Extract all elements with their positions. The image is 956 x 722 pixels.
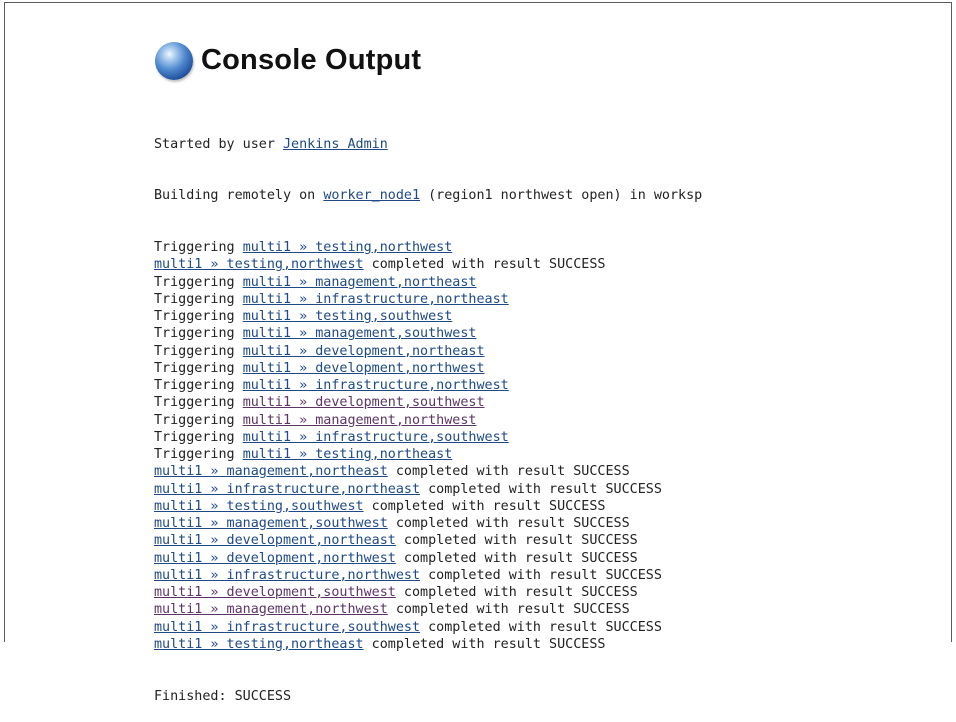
- console-line-triggering: Triggering multi1 » management,southwest: [154, 325, 846, 342]
- job-link[interactable]: multi1 » infrastructure,southwest: [154, 620, 420, 635]
- job-link[interactable]: multi1 » testing,northeast: [243, 447, 453, 462]
- console-line-triggering: Triggering multi1 » development,northeas…: [154, 343, 846, 360]
- console-text: completed with result SUCCESS: [387, 602, 630, 618]
- console-line-triggering: Triggering multi1 » infrastructure,north…: [154, 377, 846, 394]
- console-text: Triggering: [154, 326, 243, 342]
- console-text: completed with result SUCCESS: [420, 481, 662, 497]
- console-text: Triggering: [154, 395, 243, 411]
- console-output: Started by user Jenkins Admin Building r…: [154, 101, 846, 722]
- job-link[interactable]: multi1 » development,northeast: [243, 344, 485, 359]
- console-line-triggering: Triggering multi1 » infrastructure,north…: [154, 291, 846, 308]
- console-text: Triggering: [154, 378, 243, 393]
- job-link[interactable]: multi1 » management,southwest: [243, 326, 477, 341]
- console-line-completed: multi1 » management,northeast completed …: [154, 463, 846, 480]
- console-header: Console Output: [155, 40, 421, 80]
- console-line-triggering: Triggering multi1 » management,northwest: [154, 412, 846, 429]
- console-text: completed with result SUCCESS: [363, 636, 606, 652]
- job-link[interactable]: multi1 » infrastructure,southwest: [243, 430, 509, 445]
- page-title: Console Output: [201, 43, 422, 76]
- console-line-completed: multi1 » development,southwest completed…: [154, 584, 846, 601]
- job-link[interactable]: multi1 » management,northwest: [154, 602, 388, 617]
- job-link[interactable]: multi1 » development,southwest: [243, 395, 485, 410]
- console-line-triggering: Triggering multi1 » development,southwes…: [154, 394, 846, 411]
- console-line-completed: multi1 » infrastructure,southwest comple…: [154, 619, 846, 636]
- console-text: Building remotely on: [154, 188, 324, 204]
- console-line-completed: multi1 » management,northwest completed …: [154, 601, 846, 618]
- job-link[interactable]: multi1 » testing,southwest: [243, 309, 453, 324]
- console-text: completed with result SUCCESS: [387, 516, 630, 531]
- console-build-lines: Triggering multi1 » testing,northwest mul…: [154, 239, 846, 653]
- blue-ball-icon: [155, 42, 193, 80]
- console-text: completed with result SUCCESS: [363, 498, 606, 514]
- job-link[interactable]: multi1 » infrastructure,northeast: [243, 292, 509, 307]
- console-line-completed: multi1 » testing,northwest completed wit…: [154, 256, 846, 273]
- console-text: completed with result SUCCESS: [395, 533, 638, 549]
- job-link[interactable]: multi1 » management,northeast: [243, 275, 477, 290]
- console-line-triggering: Triggering multi1 » testing,northeast: [154, 446, 846, 463]
- job-link[interactable]: multi1 » management,southwest: [154, 516, 388, 531]
- console-line-triggering: Triggering multi1 » testing,northwest: [154, 239, 846, 256]
- console-line-completed: multi1 » management,southwest completed …: [154, 515, 846, 532]
- console-line-completed: multi1 » testing,northeast completed wit…: [154, 636, 846, 653]
- job-link[interactable]: multi1 » testing,northwest: [154, 257, 364, 272]
- job-link[interactable]: multi1 » development,northwest: [154, 551, 396, 566]
- node-link[interactable]: worker_node1: [323, 188, 420, 203]
- console-text: Triggering: [154, 429, 243, 445]
- console-text: completed with result SUCCESS: [387, 464, 630, 480]
- console-line-building: Building remotely on worker_node1 (regio…: [154, 187, 846, 204]
- console-text: completed with result SUCCESS: [395, 550, 638, 566]
- console-text: Started by user: [154, 136, 283, 152]
- job-link[interactable]: multi1 » infrastructure,northeast: [154, 482, 420, 497]
- job-link[interactable]: multi1 » development,southwest: [154, 585, 396, 600]
- console-text: Triggering: [154, 291, 243, 307]
- console-line-completed: multi1 » testing,southwest completed wit…: [154, 498, 846, 515]
- console-text: Triggering: [154, 447, 243, 462]
- job-link[interactable]: multi1 » development,northeast: [154, 533, 396, 548]
- console-line-triggering: Triggering multi1 » management,northeast: [154, 274, 846, 291]
- job-link[interactable]: multi1 » management,northwest: [243, 413, 477, 428]
- job-link[interactable]: multi1 » development,northwest: [243, 361, 485, 376]
- console-text: Triggering: [154, 360, 243, 376]
- console-text: Triggering: [154, 309, 243, 324]
- console-line-finished: Finished: SUCCESS: [154, 688, 292, 704]
- console-line-completed: multi1 » development,northeast completed…: [154, 532, 846, 549]
- console-text: completed with result SUCCESS: [420, 567, 662, 583]
- console-text: Triggering: [154, 274, 243, 290]
- console-line-triggering: Triggering multi1 » development,northwes…: [154, 360, 846, 377]
- job-link[interactable]: multi1 » infrastructure,northwest: [243, 378, 509, 393]
- console-text: Triggering: [154, 240, 243, 255]
- job-link[interactable]: multi1 » testing,northwest: [243, 240, 453, 255]
- console-line-completed: multi1 » development,northwest completed…: [154, 550, 846, 567]
- console-line-started: Started by user Jenkins Admin: [154, 136, 846, 153]
- console-line-triggering: Triggering multi1 » testing,southwest: [154, 308, 846, 325]
- console-text: completed with result SUCCESS: [395, 585, 638, 600]
- console-line-completed: multi1 » infrastructure,northeast comple…: [154, 481, 846, 498]
- console-text: completed with result SUCCESS: [363, 257, 606, 273]
- console-text: Triggering: [154, 343, 243, 359]
- console-line-completed: multi1 » infrastructure,northwest comple…: [154, 567, 846, 584]
- job-link[interactable]: multi1 » testing,northeast: [154, 637, 364, 652]
- job-link[interactable]: multi1 » testing,southwest: [154, 499, 364, 514]
- console-text: Triggering: [154, 412, 243, 428]
- job-link[interactable]: multi1 » infrastructure,northwest: [154, 568, 420, 583]
- console-line-triggering: Triggering multi1 » infrastructure,south…: [154, 429, 846, 446]
- user-link[interactable]: Jenkins Admin: [283, 137, 388, 152]
- console-text: completed with result SUCCESS: [420, 619, 662, 635]
- console-text: (region1 northwest open) in worksp: [420, 188, 703, 204]
- job-link[interactable]: multi1 » management,northeast: [154, 464, 388, 479]
